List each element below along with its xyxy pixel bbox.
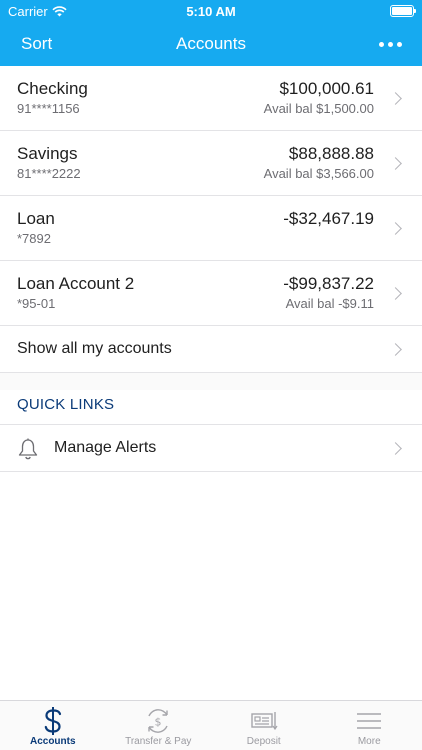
- transfer-icon: $: [143, 706, 173, 736]
- tab-label: Transfer & Pay: [125, 736, 192, 747]
- tab-accounts[interactable]: Accounts: [0, 701, 106, 750]
- manage-alerts-label: Manage Alerts: [54, 439, 157, 456]
- chevron-right-icon: [389, 287, 402, 300]
- chevron-right-icon: [389, 442, 402, 455]
- account-number: 91****1156: [17, 101, 80, 116]
- quick-links-title: QUICK LINKS: [17, 396, 115, 413]
- clock: 5:10 AM: [186, 4, 236, 19]
- tab-label: More: [357, 736, 381, 747]
- svg-text:$: $: [155, 716, 162, 729]
- account-balance: $100,000.61: [279, 79, 374, 98]
- page-title: Accounts: [176, 34, 246, 53]
- dollar-icon: [38, 706, 68, 736]
- account-row-loan-account-2[interactable]: Loan Account 2 *95-01 -$99,837.22 Avail …: [0, 261, 422, 326]
- chevron-right-icon: [389, 92, 402, 105]
- check-deposit-icon: [249, 706, 279, 736]
- show-all-accounts-row[interactable]: Show all my accounts: [0, 326, 422, 373]
- account-name: Checking: [17, 79, 88, 98]
- account-balance: -$32,467.19: [283, 209, 374, 228]
- manage-alerts-row[interactable]: Manage Alerts: [0, 425, 422, 472]
- account-row-loan[interactable]: Loan *7892 -$32,467.19: [0, 196, 422, 261]
- account-list: Checking 91****1156 $100,000.61 Avail ba…: [0, 66, 422, 373]
- battery-icon: [390, 5, 416, 17]
- account-number: *95-01: [17, 296, 56, 311]
- account-number: 81****2222: [17, 166, 81, 181]
- available-balance: Avail bal $3,566.00: [263, 166, 374, 181]
- chevron-right-icon: [389, 222, 402, 235]
- tab-bar: Accounts $ Transfer & Pay Deposit More: [0, 700, 422, 750]
- quick-links-header: QUICK LINKS: [0, 390, 422, 425]
- account-number: *7892: [17, 231, 51, 246]
- chevron-right-icon: [389, 343, 402, 356]
- tab-transfer-pay[interactable]: $ Transfer & Pay: [106, 701, 212, 750]
- show-all-accounts-label: Show all my accounts: [17, 340, 172, 357]
- navigation-bar: Sort Accounts: [0, 22, 422, 66]
- tab-more[interactable]: More: [317, 701, 422, 750]
- tab-deposit[interactable]: Deposit: [211, 701, 317, 750]
- account-balance: $88,888.88: [288, 144, 374, 163]
- header: Carrier 5:10 AM Sort Accounts: [0, 0, 422, 66]
- tab-label: Deposit: [246, 736, 281, 747]
- tab-label: Accounts: [29, 736, 76, 747]
- account-balance: -$99,837.22: [283, 274, 374, 293]
- bell-icon: [18, 438, 38, 460]
- account-name: Loan Account 2: [17, 274, 135, 293]
- available-balance: Avail bal -$9.11: [285, 296, 374, 311]
- account-row-checking[interactable]: Checking 91****1156 $100,000.61 Avail ba…: [0, 66, 422, 131]
- section-spacer: [0, 373, 422, 390]
- chevron-right-icon: [389, 157, 402, 170]
- available-balance: Avail bal $1,500.00: [263, 101, 374, 116]
- menu-icon: [354, 706, 384, 736]
- more-options-icon[interactable]: [379, 42, 402, 47]
- status-bar: Carrier 5:10 AM: [0, 0, 422, 22]
- account-row-savings[interactable]: Savings 81****2222 $88,888.88 Avail bal …: [0, 131, 422, 196]
- account-name: Loan: [17, 209, 55, 228]
- account-name: Savings: [17, 144, 78, 163]
